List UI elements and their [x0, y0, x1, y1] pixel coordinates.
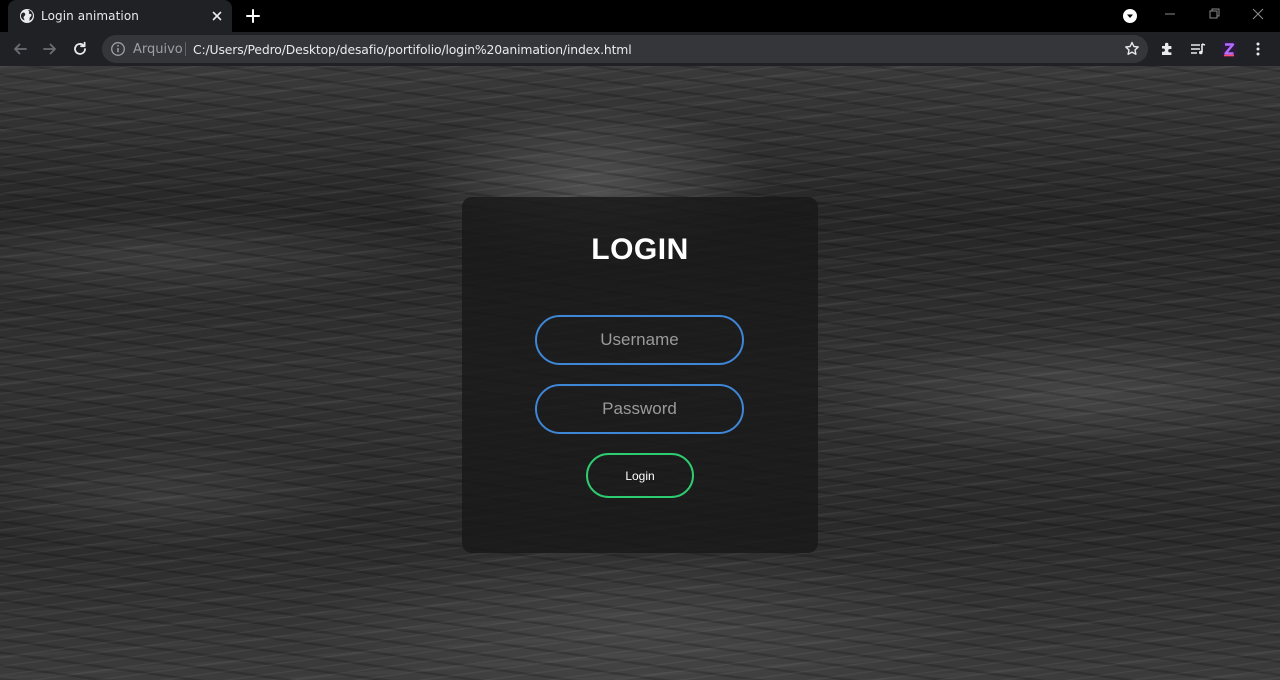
globe-icon	[20, 9, 34, 23]
kebab-menu-icon[interactable]	[1249, 40, 1267, 58]
playlist-icon[interactable]	[1189, 40, 1207, 58]
close-icon[interactable]	[209, 8, 225, 24]
arrow-right-icon[interactable]	[41, 40, 59, 58]
address-bar[interactable]: Arquivo C:/Users/Pedro/Desktop/desafio/p…	[102, 35, 1148, 63]
browser-tab[interactable]: Login animation	[8, 0, 232, 32]
arrow-left-icon[interactable]	[11, 40, 29, 58]
password-input[interactable]	[535, 384, 744, 434]
scheme-label: Arquivo	[133, 42, 183, 57]
info-icon[interactable]	[110, 41, 126, 57]
browser-toolbar: Arquivo C:/Users/Pedro/Desktop/desafio/p…	[0, 32, 1280, 66]
page-viewport: LOGIN Login	[0, 66, 1280, 680]
reload-icon[interactable]	[71, 40, 89, 58]
window-close-icon[interactable]	[1250, 6, 1266, 22]
plus-icon[interactable]	[244, 7, 262, 25]
star-icon[interactable]	[1123, 40, 1141, 58]
profile-dropdown-icon[interactable]	[1122, 8, 1138, 24]
minimize-icon[interactable]	[1162, 6, 1178, 22]
login-card: LOGIN Login	[462, 197, 818, 553]
url-text[interactable]: C:/Users/Pedro/Desktop/desafio/portifoli…	[193, 42, 632, 57]
username-input[interactable]	[535, 315, 744, 365]
login-title: LOGIN	[591, 233, 689, 266]
scheme-separator	[185, 42, 186, 56]
login-button[interactable]: Login	[586, 453, 694, 498]
puzzle-icon[interactable]	[1159, 40, 1177, 58]
maximize-icon[interactable]	[1206, 6, 1222, 22]
profile-z-icon[interactable]	[1219, 39, 1239, 59]
tab-title: Login animation	[41, 9, 140, 23]
tab-strip: Login animation	[0, 0, 1280, 32]
